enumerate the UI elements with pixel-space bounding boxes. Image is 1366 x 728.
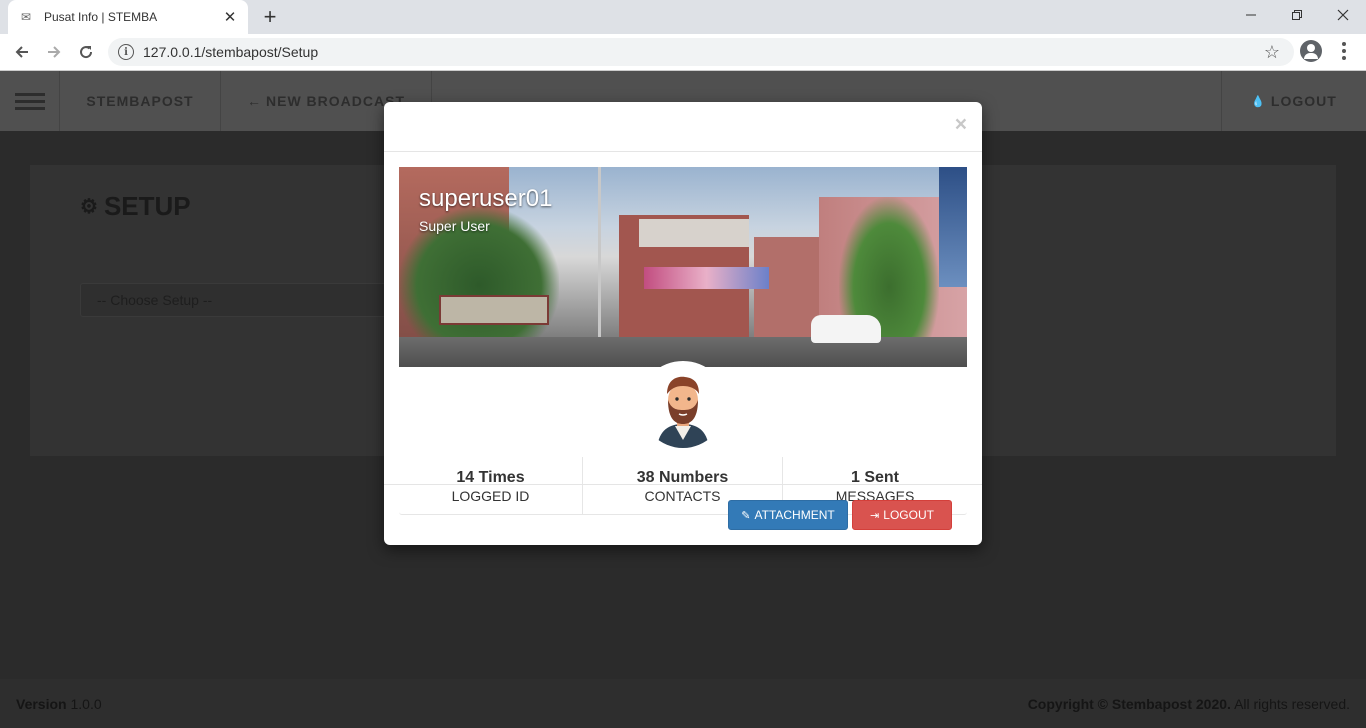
plus-icon: + [263,4,277,29]
profile-role: Super User [419,218,490,234]
app-footer: Version 1.0.0 Copyright © Stembapost 202… [0,679,1366,728]
modal-close-button[interactable]: × [955,114,967,135]
paperclip-icon: ✎ [741,509,751,522]
maximize-button[interactable] [1274,0,1320,30]
browser-toolbar: i 127.0.0.1/stembapost/Setup ☆ [0,34,1366,71]
arrow-right-icon [48,46,61,58]
nav-logout-label: LOGOUT [1270,93,1337,109]
minimize-button[interactable] [1228,0,1274,30]
modal-header: × [384,102,982,152]
close-icon [1337,9,1349,21]
page-title-text: SETUP [103,191,191,221]
hamburger-menu-icon[interactable] [0,71,60,131]
arrow-left-icon: ← [247,93,262,109]
version-info: Version 1.0.0 [16,696,102,712]
user-avatar-icon [641,364,725,448]
nav-logout[interactable]: 💧 LOGOUT [1221,71,1366,131]
copyright-bold: Copyright © Stembapost 2020. [1027,695,1231,712]
new-tab-button[interactable]: + [258,4,282,29]
reload-icon [80,46,93,59]
profile-username: superuser01 [419,185,553,212]
profile-avatar-icon[interactable] [1300,40,1322,62]
copyright: Copyright © Stembapost 2020. All rights … [1028,696,1350,712]
modal-body: superuser01 Super User 14 Times LOGGED I… [384,152,982,515]
copyright-rest: All rights reserved. [1234,695,1350,712]
bookmark-star-icon[interactable]: ☆ [1264,42,1280,63]
window-close-button[interactable] [1320,0,1366,30]
gears-icon: ⚙ [80,196,98,218]
reload-button[interactable] [72,38,100,66]
logout-icon: ⇥ [870,509,880,522]
version-value: 1.0.0 [70,695,102,712]
forward-button[interactable] [40,38,68,66]
modal-footer: ✎ ATTACHMENT ⇥ LOGOUT [384,484,982,545]
site-info-icon[interactable]: i [118,44,134,60]
arrow-left-icon [15,46,28,58]
url-text: 127.0.0.1/stembapost/Setup [143,44,319,60]
avatar [638,361,728,451]
attachment-button[interactable]: ✎ ATTACHMENT [728,500,848,530]
minimize-icon [1246,14,1256,16]
nav-brand[interactable]: STEMBAPOST [60,71,221,131]
browser-menu-icon[interactable] [1336,40,1352,62]
logout-label: LOGOUT [883,508,934,522]
maximize-icon [1292,10,1302,20]
tab-title: Pusat Info | STEMBA [44,10,158,24]
version-label: Version [16,695,67,712]
page-title: ⚙ SETUP [80,191,191,222]
address-bar[interactable]: i 127.0.0.1/stembapost/Setup ☆ [108,38,1294,66]
back-button[interactable] [8,38,36,66]
browser-tabstrip: ✉ Pusat Info | STEMBA ✕ + [0,0,1366,34]
site-favicon-icon: ✉ [20,10,32,24]
attachment-label: ATTACHMENT [754,508,835,522]
profile-modal: × superuser01 Super User 14 Times LOGGED… [384,102,982,545]
drop-icon: 💧 [1251,95,1266,108]
cover-photo: superuser01 Super User [399,167,967,367]
browser-tab[interactable]: ✉ Pusat Info | STEMBA ✕ [8,0,248,34]
logout-button[interactable]: ⇥ LOGOUT [852,500,952,530]
setup-select[interactable]: -- Choose Setup -- [80,283,400,317]
tab-close-icon[interactable]: ✕ [222,9,238,26]
